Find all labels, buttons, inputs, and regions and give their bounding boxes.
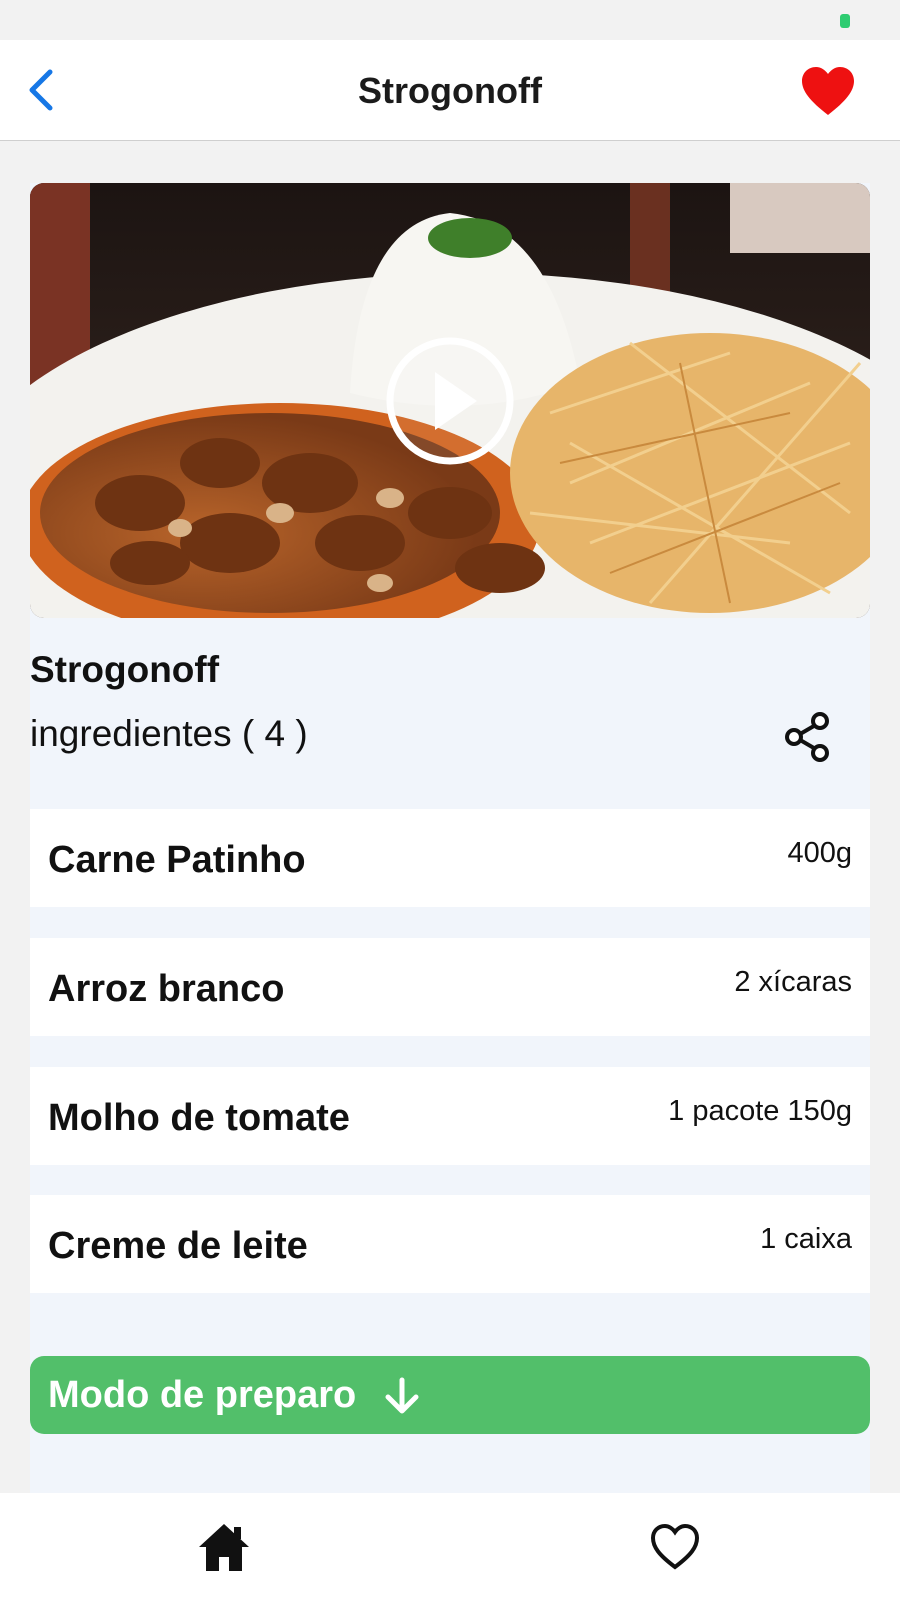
share-icon bbox=[785, 712, 829, 762]
preparation-label: Modo de preparo bbox=[48, 1374, 357, 1416]
share-button[interactable] bbox=[782, 711, 832, 763]
ingredient-row[interactable]: Carne Patinho 400g bbox=[30, 809, 870, 907]
status-indicator bbox=[840, 14, 850, 28]
ingredient-quantity: 2 xícaras bbox=[734, 966, 852, 998]
recipe-title: Strogonoff bbox=[30, 649, 220, 690]
recipe-detail: Strogonoff ingredientes ( 4 ) Carne Pati… bbox=[30, 183, 870, 1493]
ingredient-name: Arroz branco bbox=[48, 968, 285, 1010]
heart-outline-icon bbox=[650, 1523, 700, 1570]
ingredient-row[interactable]: Arroz branco 2 xícaras bbox=[30, 938, 870, 1036]
ingredient-quantity: 400g bbox=[787, 837, 852, 869]
heart-filled-icon bbox=[802, 67, 854, 115]
ingredient-row[interactable]: Creme de leite 1 caixa bbox=[30, 1195, 870, 1293]
play-button[interactable] bbox=[385, 336, 515, 466]
home-icon bbox=[199, 1524, 249, 1571]
ingredient-quantity: 1 pacote 150g bbox=[668, 1095, 852, 1127]
play-circle-icon bbox=[386, 337, 514, 465]
nav-header: Strogonoff bbox=[0, 40, 900, 141]
tab-home[interactable] bbox=[196, 1521, 252, 1573]
recipe-video-thumbnail[interactable] bbox=[30, 183, 870, 618]
favorite-button[interactable] bbox=[800, 65, 856, 117]
ingredient-quantity: 1 caixa bbox=[760, 1223, 852, 1255]
ingredient-name: Carne Patinho bbox=[48, 839, 306, 881]
ingredient-name: Molho de tomate bbox=[48, 1097, 350, 1139]
tab-favorites[interactable] bbox=[650, 1523, 700, 1571]
ingredient-name: Creme de leite bbox=[48, 1225, 308, 1267]
ingredient-row[interactable]: Molho de tomate 1 pacote 150g bbox=[30, 1067, 870, 1165]
preparation-button[interactable]: Modo de preparo bbox=[30, 1356, 870, 1434]
bottom-tab-bar bbox=[0, 1493, 900, 1600]
page-title: Strogonoff bbox=[358, 70, 542, 111]
arrow-down-icon bbox=[385, 1377, 419, 1414]
ingredients-count: ingredientes ( 4 ) bbox=[30, 713, 308, 754]
